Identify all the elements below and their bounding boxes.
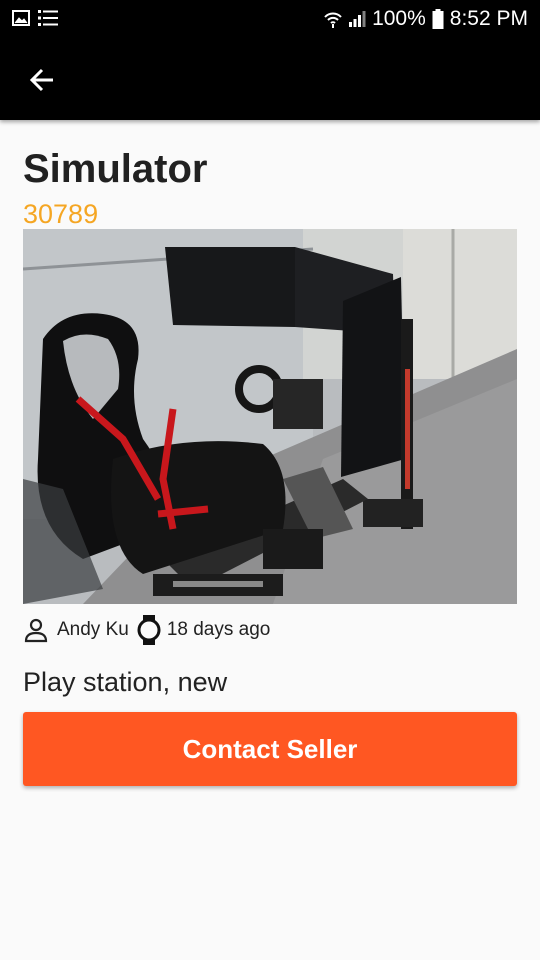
listing-photo[interactable] bbox=[23, 229, 517, 604]
status-notifications bbox=[12, 9, 58, 27]
signal-icon bbox=[349, 11, 366, 27]
watch-icon bbox=[137, 614, 161, 646]
simulator-photo bbox=[23, 229, 517, 604]
posted-time: 18 days ago bbox=[166, 619, 271, 640]
status-system: 100% 8:52 PM bbox=[324, 5, 528, 33]
listing-description: Play station, new bbox=[23, 667, 228, 697]
app-bar bbox=[0, 38, 540, 120]
contact-seller-button[interactable]: Contact Seller bbox=[23, 712, 517, 786]
listing-title: Simulator bbox=[23, 147, 208, 191]
gallery-icon bbox=[12, 10, 30, 26]
list-icon bbox=[38, 10, 58, 26]
person-icon bbox=[23, 617, 49, 643]
status-bar: 100% 8:52 PM bbox=[0, 0, 540, 38]
listing-meta: Andy Ku 18 days ago bbox=[23, 615, 270, 645]
battery-percent: 100% bbox=[372, 7, 426, 30]
listing-price: 30789 bbox=[23, 199, 99, 229]
seller-name: Andy Ku bbox=[57, 619, 129, 640]
arrow-back-icon bbox=[29, 68, 53, 92]
back-button[interactable] bbox=[22, 60, 62, 100]
wifi-icon bbox=[324, 12, 342, 28]
battery-icon bbox=[432, 9, 444, 29]
clock: 8:52 PM bbox=[449, 7, 528, 30]
